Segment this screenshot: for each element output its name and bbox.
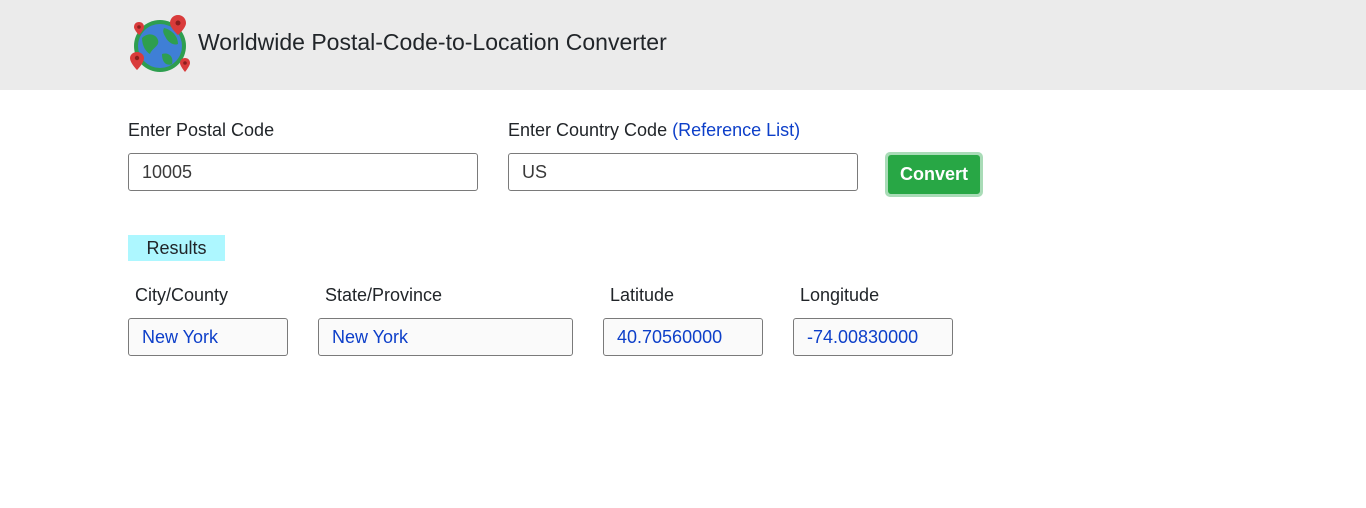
state-output[interactable] [318, 318, 573, 356]
city-output[interactable] [128, 318, 288, 356]
state-label: State/Province [325, 285, 443, 305]
latitude-output[interactable] [603, 318, 763, 356]
globe-with-pins-icon [130, 15, 190, 72]
convert-button[interactable]: Convert [885, 152, 983, 197]
page-title: Worldwide Postal-Code-to-Location Conver… [198, 29, 667, 55]
country-code-label: Enter Country Code (Reference List) [508, 119, 800, 141]
postal-code-label: Enter Postal Code [128, 120, 275, 140]
city-label: City/County [135, 285, 229, 305]
latitude-label: Latitude [610, 285, 675, 305]
postal-code-input[interactable] [128, 153, 478, 191]
longitude-output[interactable] [793, 318, 953, 356]
country-code-input[interactable] [508, 153, 858, 191]
longitude-label: Longitude [800, 285, 880, 305]
country-code-label-text: Enter Country Code [508, 120, 668, 140]
reference-list-link[interactable]: (Reference List) [672, 120, 800, 140]
results-badge: Results [128, 235, 225, 261]
convert-button-label: Convert [888, 155, 980, 194]
header-bar: Worldwide Postal-Code-to-Location Conver… [0, 0, 1366, 90]
